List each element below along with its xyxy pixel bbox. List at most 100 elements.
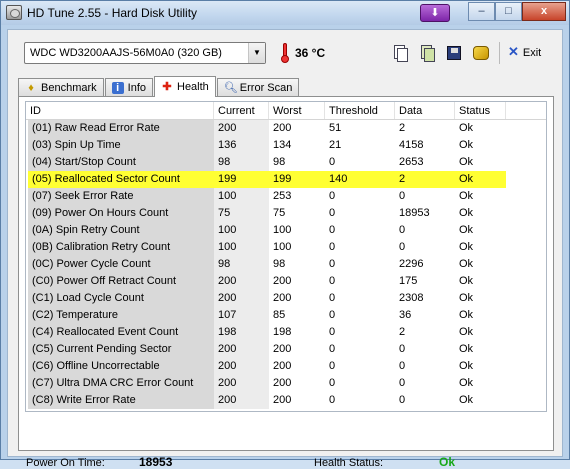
cell-id: (03) Spin Up Time (28, 137, 214, 154)
cell-id: (09) Power On Hours Count (28, 205, 214, 222)
health-icon: ✚ (162, 81, 172, 93)
table-row[interactable]: (C7) Ultra DMA CRC Error Count 200 200 0 0 Ok (26, 375, 546, 392)
maximize-button[interactable]: □ (495, 2, 522, 21)
table-row[interactable]: (C6) Offline Uncorrectable 200 200 0 0 Ok (26, 358, 546, 375)
power-on-time-label: Power On Time: (26, 457, 105, 469)
tab-benchmark[interactable]: ♦ Benchmark (18, 78, 104, 97)
column-header-worst[interactable]: Worst (269, 102, 325, 119)
benchmark-icon: ♦ (28, 82, 34, 94)
cell-threshold: 0 (329, 394, 336, 406)
cell-data: 0 (399, 360, 406, 372)
cell-threshold: 0 (329, 241, 336, 253)
exit-icon: ✕ (508, 44, 519, 59)
cell-worst: 100 (273, 224, 292, 236)
tab-error-scan[interactable]: 🔍︎ Error Scan (216, 78, 300, 97)
cell-current: 200 (214, 341, 269, 358)
cell-current: 200 (214, 392, 269, 409)
cell-current: 100 (214, 188, 269, 205)
table-row[interactable]: (0B) Calibration Retry Count 100 100 0 0 Ok (26, 239, 546, 256)
cell-data: 175 (399, 275, 418, 287)
table-row[interactable]: (C0) Power Off Retract Count 200 200 0 175 Ok (26, 273, 546, 290)
hard-disk-icon (6, 5, 22, 20)
tab-health[interactable]: ✚ Health (154, 76, 216, 97)
cell-status: Ok (459, 343, 474, 355)
cell-threshold: 0 (329, 309, 336, 321)
table-row[interactable]: (01) Raw Read Error Rate 200 200 51 2 Ok (26, 120, 546, 137)
cell-id: (C4) Reallocated Event Count (28, 324, 214, 341)
table-row[interactable]: (04) Start/Stop Count 98 98 0 2653 Ok (26, 154, 546, 171)
cell-status: Ok (459, 224, 474, 236)
cell-status: Ok (459, 207, 474, 219)
title-bar[interactable]: HD Tune 2.55 - Hard Disk Utility ⬇ – □ x (1, 1, 569, 25)
table-body: (01) Raw Read Error Rate 200 200 51 2 Ok (03) … (26, 120, 546, 409)
table-row[interactable]: (07) Seek Error Rate 100 253 0 0 Ok (26, 188, 546, 205)
window-controls: – □ x (468, 2, 566, 21)
minimize-button[interactable]: – (468, 2, 495, 21)
options-icon[interactable] (470, 42, 492, 64)
table-row[interactable]: (C2) Temperature 107 85 0 36 Ok (26, 307, 546, 324)
cell-worst: 200 (273, 343, 292, 355)
cell-current: 198 (214, 324, 269, 341)
cell-threshold: 0 (329, 275, 336, 287)
table-row[interactable]: (0C) Power Cycle Count 98 98 0 2296 Ok (26, 256, 546, 273)
exit-label: Exit (522, 47, 542, 59)
cell-threshold: 0 (329, 207, 336, 219)
cell-data: 0 (399, 224, 406, 236)
cell-threshold: 0 (329, 343, 336, 355)
close-button[interactable]: x (522, 2, 566, 21)
cell-threshold: 140 (325, 171, 395, 188)
health-panel: ID Current Worst Threshold Data Status (… (18, 96, 554, 469)
error-scan-icon: 🔍︎ (223, 82, 238, 94)
info-icon: i (111, 82, 124, 94)
cell-worst: 98 (273, 258, 286, 270)
cell-id: (0B) Calibration Retry Count (28, 239, 214, 256)
cell-status: Ok (459, 241, 474, 253)
copy-info-icon[interactable] (389, 42, 411, 64)
cell-worst: 200 (273, 377, 292, 389)
cell-data: 18953 (399, 207, 430, 219)
cell-current: 200 (214, 273, 269, 290)
save-icon[interactable] (443, 42, 465, 64)
cell-id: (05) Reallocated Sector Count (28, 171, 214, 188)
tab-label: Benchmark (41, 82, 97, 94)
cell-id: (04) Start/Stop Count (28, 154, 214, 171)
table-row[interactable]: (05) Reallocated Sector Count 199 199 140 2 O… (26, 171, 546, 188)
table-header: ID Current Worst Threshold Data Status (26, 102, 546, 120)
exit-button[interactable]: ✕ Exit (508, 44, 541, 60)
window-title: HD Tune 2.55 - Hard Disk Utility (27, 6, 198, 20)
cell-status: Ok (459, 360, 474, 372)
cell-status: Ok (459, 292, 474, 304)
toolbar-icons (389, 42, 492, 64)
column-header-status[interactable]: Status (455, 102, 506, 119)
cell-current: 98 (214, 256, 269, 273)
column-header-current[interactable]: Current (214, 102, 269, 119)
cell-worst: 200 (273, 292, 292, 304)
column-header-id[interactable]: ID (26, 102, 214, 119)
tab-info[interactable]: i Info (104, 78, 153, 97)
table-row[interactable]: (C8) Write Error Rate 200 200 0 0 Ok (26, 392, 546, 409)
cell-current: 200 (214, 120, 269, 137)
table-row[interactable]: (03) Spin Up Time 136 134 21 4158 Ok (26, 137, 546, 154)
chevron-down-icon[interactable]: ▼ (248, 43, 265, 63)
table-row[interactable]: (C5) Current Pending Sector 200 200 0 0 Ok (26, 341, 546, 358)
cell-status: Ok (459, 139, 474, 151)
table-row[interactable]: (C4) Reallocated Event Count 198 198 0 2 Ok (26, 324, 546, 341)
column-header-data[interactable]: Data (395, 102, 455, 119)
table-row[interactable]: (09) Power On Hours Count 75 75 0 18953 Ok (26, 205, 546, 222)
smart-table[interactable]: ID Current Worst Threshold Data Status (… (25, 101, 547, 412)
cell-id: (C0) Power Off Retract Count (28, 273, 214, 290)
temperature-readout: 36 °C (295, 46, 326, 60)
table-row[interactable]: (0A) Spin Retry Count 100 100 0 0 Ok (26, 222, 546, 239)
copy-screenshot-icon[interactable] (416, 42, 438, 64)
cell-status: Ok (459, 156, 474, 168)
cell-current: 200 (214, 375, 269, 392)
cell-threshold: 0 (329, 156, 336, 168)
cell-worst: 199 (269, 171, 325, 188)
column-header-threshold[interactable]: Threshold (325, 102, 395, 119)
table-row[interactable]: (C1) Load Cycle Count 200 200 0 2308 Ok (26, 290, 546, 307)
cell-threshold: 51 (329, 122, 342, 134)
download-icon[interactable]: ⬇ (420, 4, 450, 22)
cell-id: (C8) Write Error Rate (28, 392, 214, 409)
cell-threshold: 0 (329, 258, 336, 270)
drive-select[interactable]: WDC WD3200AAJS-56M0A0 (320 GB) ▼ (24, 42, 266, 64)
